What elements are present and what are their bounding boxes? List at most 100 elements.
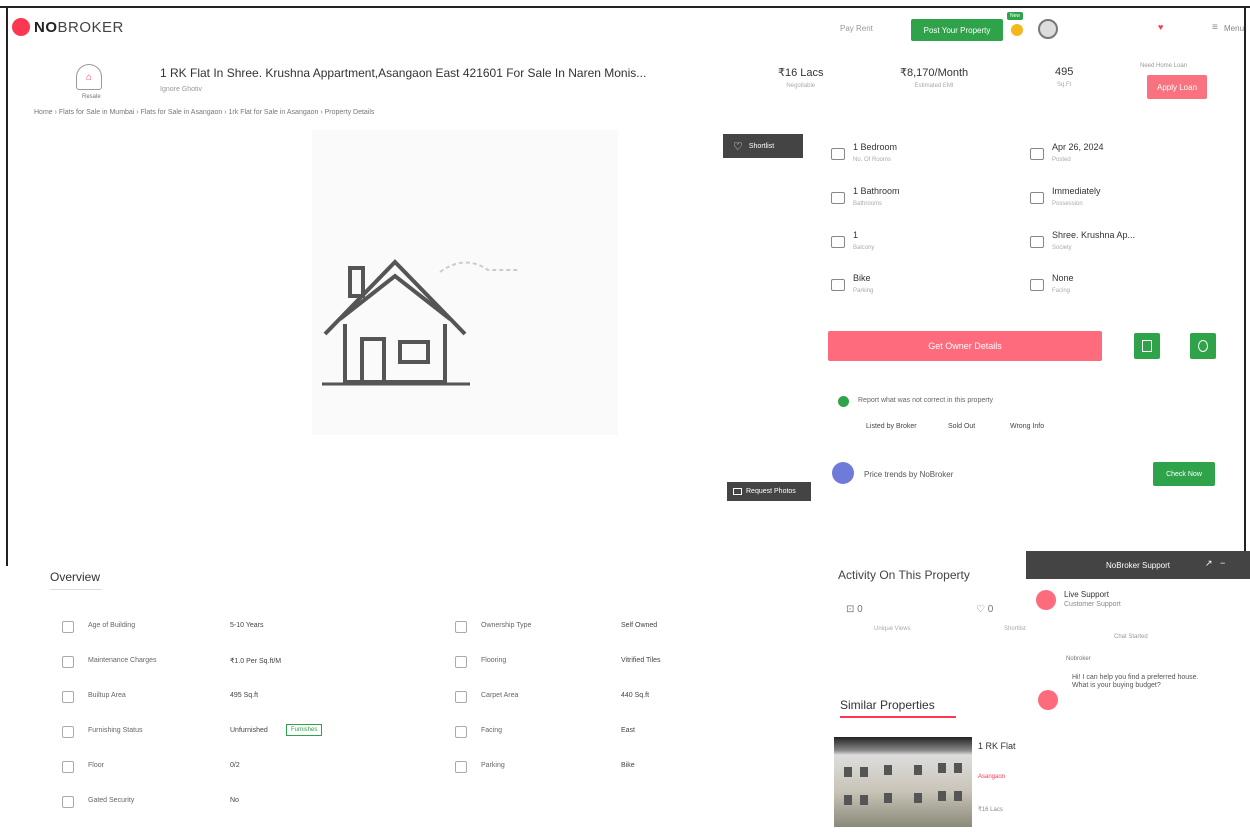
home-loan-caption: Need Home Loan [1140, 63, 1188, 69]
detail-value: Shree. Krushna Ap... [1052, 230, 1136, 240]
area-stat: 495 Sq.Ft [1055, 66, 1073, 88]
report-listed-by-broker[interactable]: Listed by Broker [866, 423, 917, 430]
overview-value: 0/2 [230, 762, 240, 769]
maintenance-icon [62, 656, 74, 668]
overview-label: Gated Security [88, 797, 135, 804]
detail-value: 1 Bathroom [853, 186, 900, 196]
screen-frame-left [6, 6, 8, 566]
detail-label: No. Of Rooms [853, 157, 892, 163]
check-now-button[interactable]: Check Now [1153, 462, 1215, 486]
share-property-button[interactable] [1190, 333, 1216, 359]
carpet-area-icon [455, 691, 467, 703]
chat-message: Hi! I can help you find a preferred hous… [1072, 674, 1199, 690]
heart-icon: ♡ [733, 140, 743, 153]
resale-label: Resale [82, 94, 101, 100]
overview-label: Furnishing Status [88, 727, 143, 734]
overview-value: Bike [621, 762, 635, 769]
furnishes-tag[interactable]: Furnishes [286, 724, 323, 736]
get-owner-details-button[interactable]: Get Owner Details [828, 331, 1102, 361]
coin-icon[interactable] [1011, 24, 1023, 36]
user-avatar-icon[interactable] [1038, 19, 1058, 39]
save-property-button[interactable] [1134, 333, 1160, 359]
resale-house-icon: ⌂ [76, 64, 102, 90]
car-icon [831, 279, 845, 291]
report-text: Report what was not correct in this prop… [858, 397, 994, 404]
detail-label: Posted [1052, 157, 1071, 163]
menu-icon[interactable]: ≡ [1212, 22, 1218, 33]
overview-heading: Overview [50, 570, 101, 584]
shortlist-heart-icon[interactable]: ♥ [1158, 22, 1163, 32]
share-icon [1198, 340, 1208, 352]
detail-label: Parking [853, 288, 874, 294]
price-label: Negotiable [786, 83, 816, 89]
overview-value: 440 Sq.ft [621, 692, 650, 699]
shortlist-button[interactable]: ♡ Shortlist [723, 134, 803, 158]
flooring-icon [455, 656, 467, 668]
overview-value: No [230, 797, 239, 804]
ownership-icon [455, 621, 467, 633]
activity-heading: Activity On This Property [838, 568, 970, 582]
detail-label: Balcony [853, 245, 875, 251]
post-property-button[interactable]: Post Your Property [911, 19, 1003, 41]
pay-rent-link[interactable]: Pay Rent [840, 24, 873, 33]
bot-avatar [1038, 690, 1058, 710]
similar-properties-heading: Similar Properties [840, 698, 935, 712]
request-photos-label: Request Photos [746, 488, 796, 495]
report-icon [838, 396, 849, 407]
report-wrong-info[interactable]: Wrong Info [1010, 423, 1044, 430]
request-photos-button[interactable]: Request Photos [727, 482, 811, 501]
sofa-icon [62, 726, 74, 738]
building-icon [1030, 236, 1044, 248]
emi-value: ₹8,170/Month [900, 67, 969, 79]
similar-property-location: Asangaon [978, 774, 1006, 780]
overview-value: Unfurnished [230, 727, 268, 734]
apply-loan-button[interactable]: Apply Loan [1147, 75, 1207, 99]
detail-value: 1 Bedroom [853, 142, 898, 152]
price-trends-text: Price trends by NoBroker [864, 470, 954, 479]
emi-label: Estimated EMI [914, 83, 954, 89]
parking-icon [455, 761, 467, 773]
property-subtitle[interactable]: Ignore Ghotiv [160, 86, 202, 93]
emi-stat: ₹8,170/Month Estimated EMI [900, 66, 968, 89]
overview-value: 5-10 Years [230, 622, 264, 629]
detail-label: Society [1052, 245, 1072, 251]
area-icon [62, 691, 74, 703]
nobroker-logo[interactable]: NOBROKER [12, 18, 124, 36]
support-agent-role: Customer Support [1064, 601, 1121, 608]
support-chat-body [1026, 579, 1250, 759]
property-title: 1 RK Flat In Shree. Krushna Appartment,A… [160, 66, 647, 80]
overview-underline [50, 589, 102, 590]
overview-label: Flooring [481, 657, 507, 664]
shortlist-label: Shortlist [748, 142, 775, 150]
similar-property-name[interactable]: 1 RK Flat [978, 741, 1016, 751]
similar-property-image[interactable] [834, 737, 972, 827]
detail-value: Immediately [1052, 186, 1101, 196]
key-icon [1030, 192, 1044, 204]
facing-icon [455, 726, 467, 738]
overview-label: Ownership Type [481, 622, 532, 629]
detail-label: Possession [1052, 201, 1083, 207]
price-stat: ₹16 Lacs Negotiable [778, 66, 824, 89]
support-agent-name: Live Support [1064, 590, 1109, 599]
menu-label[interactable]: Menu [1224, 24, 1244, 33]
detail-value: 1 [853, 230, 859, 240]
area-value: 495 [1055, 66, 1074, 78]
floor-icon [62, 761, 74, 773]
overview-label: Floor [88, 762, 104, 769]
overview-label: Age of Building [88, 622, 136, 629]
price-trend-icon [832, 462, 854, 484]
overview-label: Builtup Area [88, 692, 126, 699]
detail-value: Apr 26, 2024 [1052, 142, 1104, 152]
chat-expand-icon[interactable]: ↗ − [1205, 558, 1225, 569]
support-agent-avatar [1036, 590, 1056, 610]
similar-underline [840, 716, 956, 718]
overview-value: Vitrified Tiles [621, 657, 661, 664]
screen-frame-top [0, 6, 1250, 8]
logo-icon [12, 18, 30, 36]
overview-value: ₹1.0 Per Sq.ft/M [230, 658, 282, 665]
breadcrumb[interactable]: Home › Flats for Sale in Mumbai › Flats … [34, 109, 374, 116]
logo-text: NOBROKER [34, 18, 124, 36]
report-sold-out[interactable]: Sold Out [948, 423, 975, 430]
shortlists-count: ♡ 0 [976, 604, 994, 615]
price-value: ₹16 Lacs [778, 67, 824, 79]
